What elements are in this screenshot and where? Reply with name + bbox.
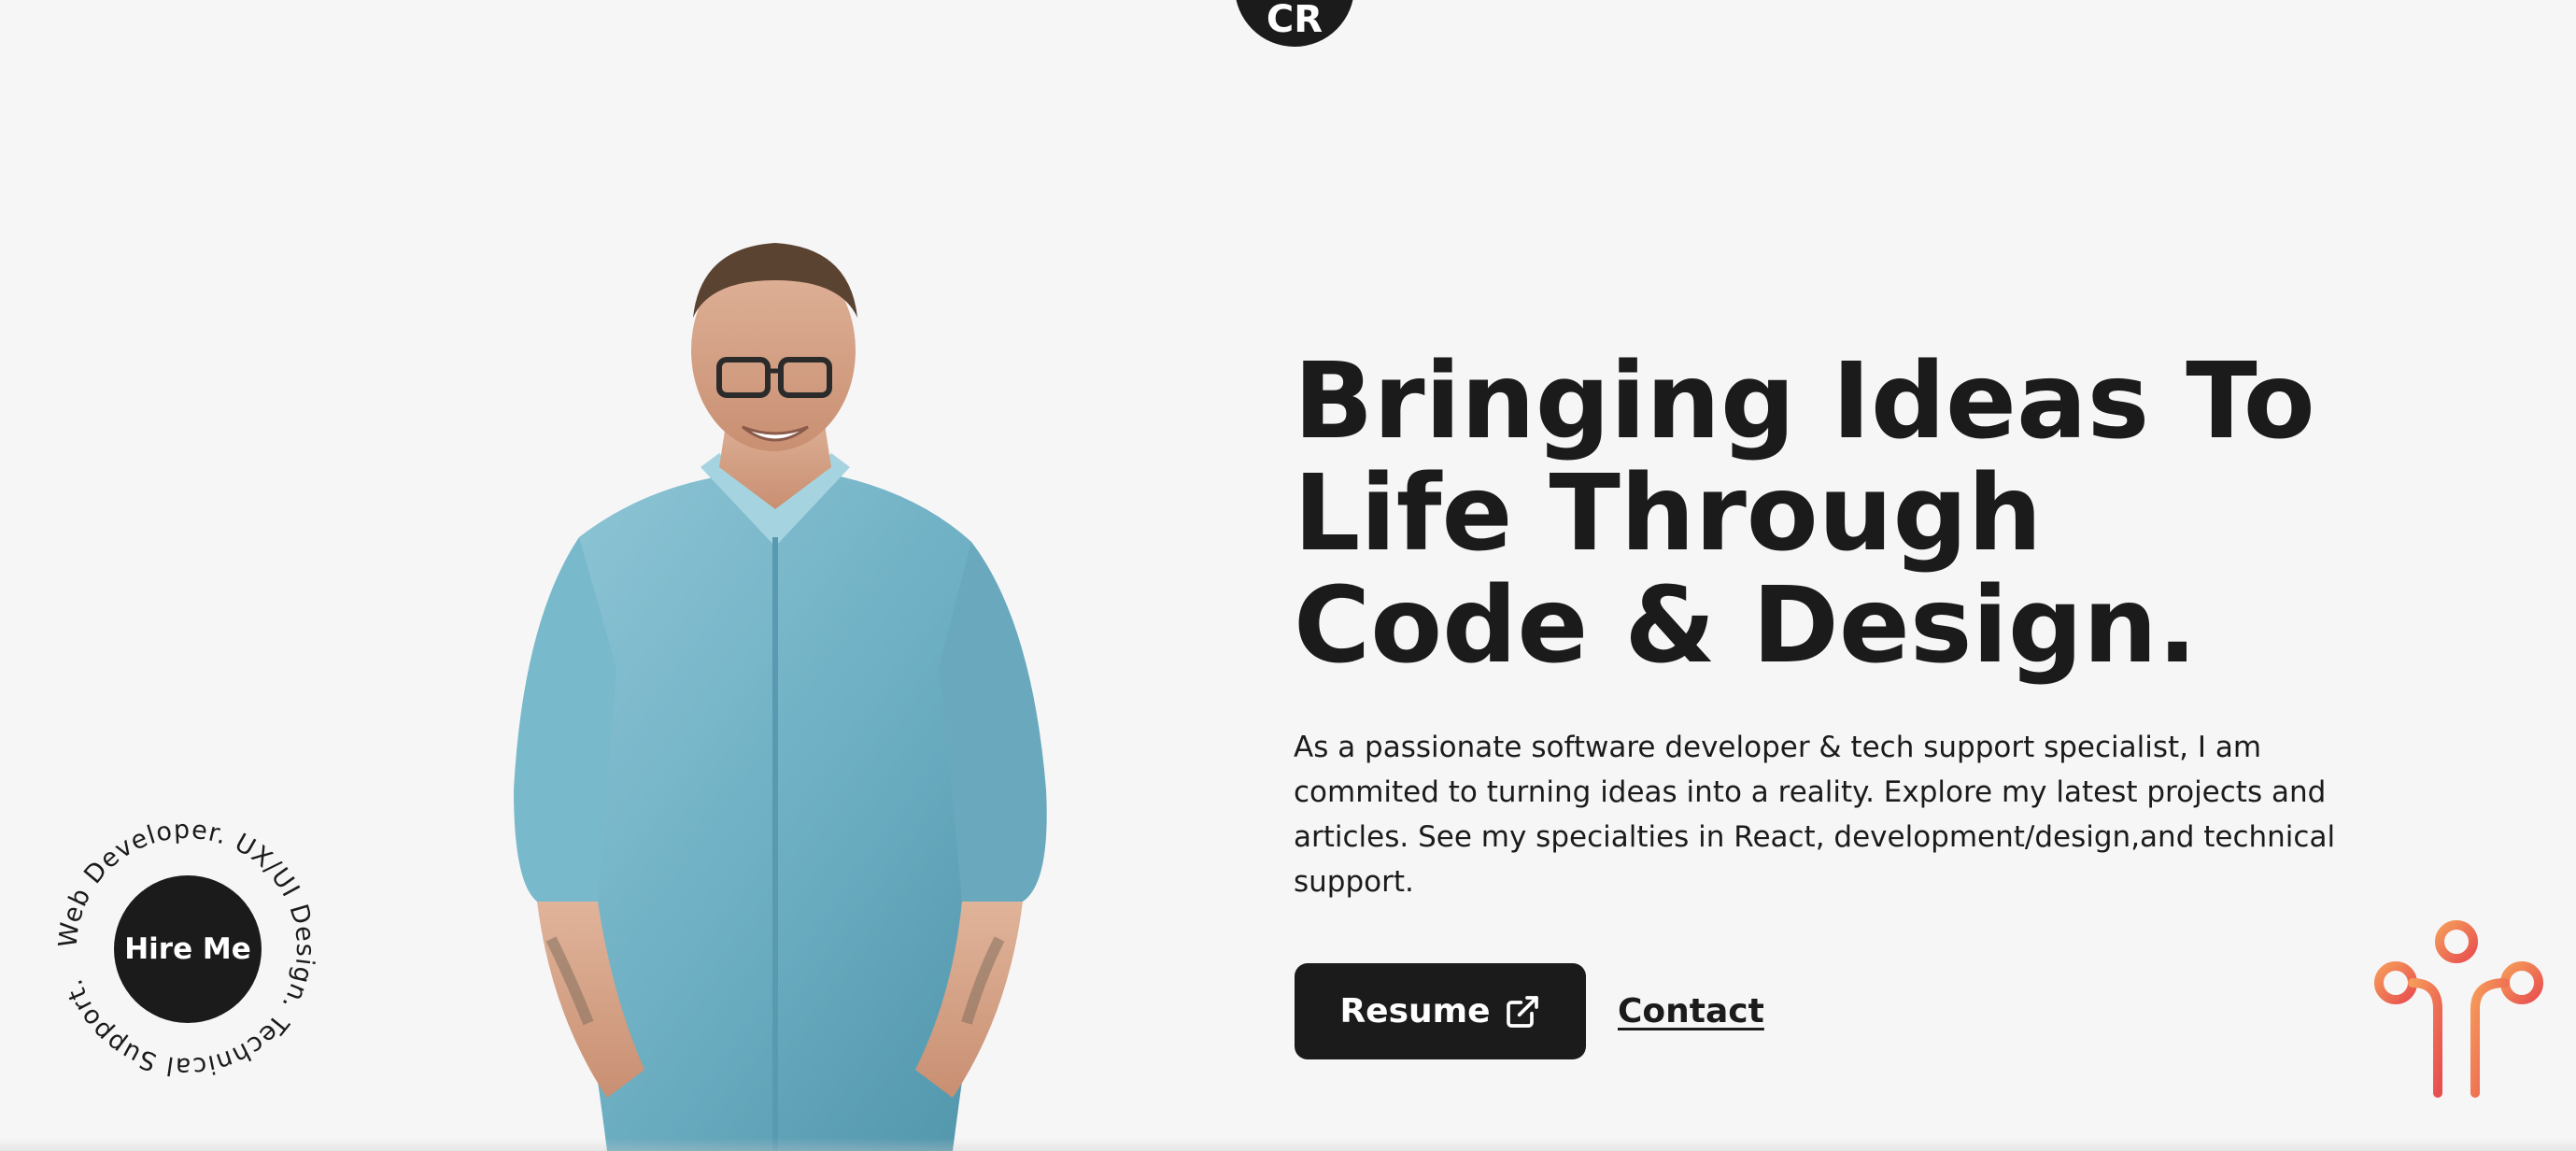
hire-me-label: Hire Me <box>124 932 251 966</box>
resume-label: Resume <box>1339 992 1491 1030</box>
external-link-icon <box>1506 995 1538 1028</box>
bottom-shadow <box>0 1138 2576 1151</box>
hire-me-badge[interactable]: Web Developer. UX/UI Design. Technical S… <box>47 808 327 1088</box>
hire-me-button[interactable]: Hire Me <box>114 875 262 1023</box>
logo-text: CR <box>1266 0 1323 41</box>
hero-heading: Bringing Ideas To Life Through Code & De… <box>1294 341 2315 687</box>
site-logo[interactable]: CR <box>1235 0 1354 47</box>
hero-actions: Resume Contact <box>1295 963 1764 1059</box>
resume-button[interactable]: Resume <box>1295 963 1586 1059</box>
portrait-image <box>514 243 1047 1151</box>
contact-link[interactable]: Contact <box>1618 992 1764 1030</box>
hero-section: Bringing Ideas To Life Through Code & De… <box>1294 346 2414 904</box>
hero-description: As a passionate software developer & tec… <box>1294 731 2336 899</box>
lightbulb-circuit-icon <box>2374 920 2543 1098</box>
